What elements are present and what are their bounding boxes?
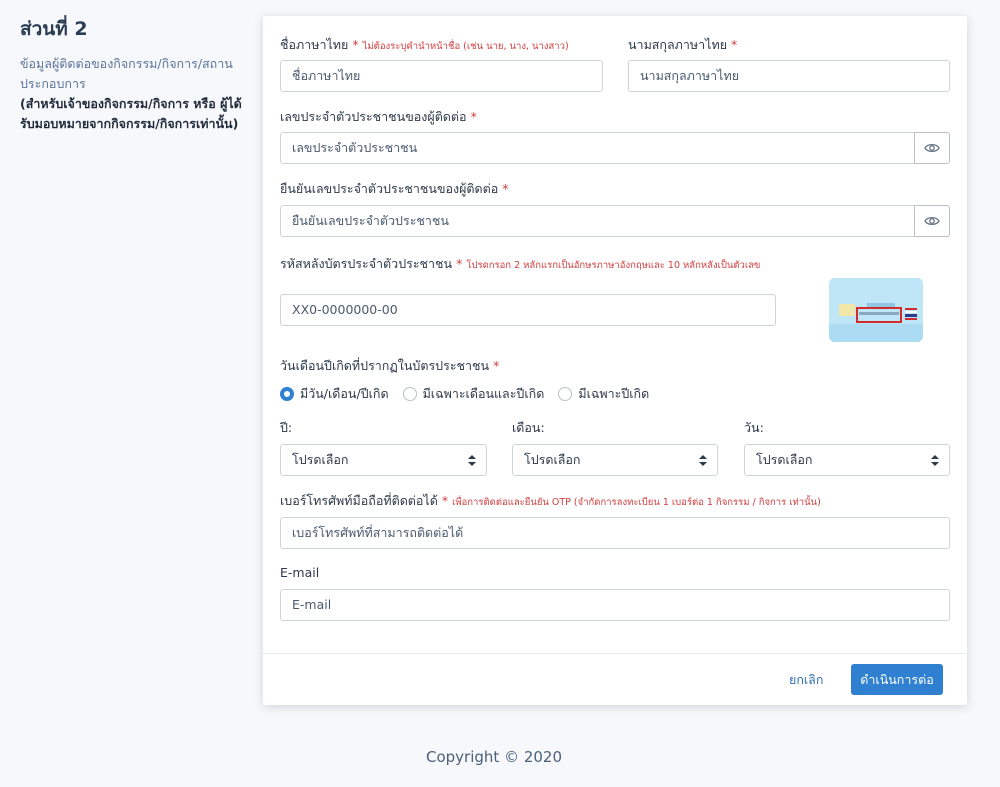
id-number-label: เลขประจำตัวประชาชนของผู้ติดต่อ *	[280, 107, 477, 127]
year-select-value: โปรดเลือก	[292, 452, 349, 467]
contact-form-card: ชื่อภาษาไทย * ไม่ต้องระบุคำนำหน้าชื่อ (เช่…	[263, 16, 967, 705]
month-select-value: โปรดเลือก	[524, 452, 581, 467]
id-confirm-label: ยืนยันเลขประจำตัวประชาชนของผู้ติดต่อ *	[280, 179, 509, 199]
day-select[interactable]: โปรดเลือก	[744, 444, 950, 476]
sort-caret-icon	[468, 445, 476, 475]
first-name-input[interactable]: ชื่อภาษาไทย	[280, 60, 603, 92]
first-name-label-text: ชื่อภาษาไทย	[280, 37, 349, 52]
card-footer-divider	[263, 653, 967, 654]
email-input[interactable]: E-mail	[280, 589, 950, 621]
eye-icon	[924, 143, 940, 153]
required-mark: *	[441, 493, 449, 508]
cancel-button[interactable]: ยกเลิก	[789, 670, 823, 690]
id-card-illustration	[829, 278, 923, 342]
day-label: วัน:	[744, 420, 764, 435]
radio-month-year[interactable]: มีเฉพาะเดือนและปีเกิด	[402, 384, 545, 404]
month-select[interactable]: โปรดเลือก	[512, 444, 718, 476]
show-id-confirm-button[interactable]	[914, 205, 950, 237]
section-title: ส่วนที่ 2	[20, 18, 88, 40]
required-mark: *	[502, 181, 509, 196]
phone-note: เพื่อการติดต่อและยืนยัน OTP (จำกัดการลงท…	[452, 497, 821, 508]
section-header: ส่วนที่ 2 ข้อมูลผู้ติดต่อของกิจกรรม/กิจก…	[20, 14, 242, 134]
birth-date-label: วันเดือนปีเกิดที่ปรากฏในบัตรประชาชน *	[280, 356, 499, 376]
required-mark: *	[731, 37, 738, 52]
month-label: เดือน:	[512, 420, 545, 435]
sort-caret-icon	[699, 445, 707, 475]
show-id-number-button[interactable]	[914, 132, 950, 164]
radio-year-only[interactable]: มีเฉพาะปีเกิด	[558, 384, 649, 404]
year-label: ปี:	[280, 420, 293, 435]
required-mark: *	[470, 109, 477, 124]
last-name-input[interactable]: นามสกุลภาษาไทย	[628, 60, 950, 92]
required-mark: *	[352, 37, 359, 52]
day-select-value: โปรดเลือก	[756, 452, 813, 467]
radio-label: มีวัน/เดือน/ปีเกิด	[300, 386, 389, 401]
radio-unchecked-icon	[402, 387, 417, 401]
sort-caret-icon	[931, 445, 939, 475]
continue-button[interactable]: ดำเนินการต่อ	[851, 664, 943, 695]
section-description: ข้อมูลผู้ติดต่อของกิจกรรม/กิจการ/สถานประ…	[20, 56, 233, 91]
last-name-label-text: นามสกุลภาษาไทย	[628, 37, 728, 52]
year-select[interactable]: โปรดเลือก	[280, 444, 487, 476]
phone-input[interactable]: เบอร์โทรศัพท์ที่สามารถติดต่อได้	[280, 517, 950, 549]
radio-label: มีเฉพาะปีเกิด	[578, 386, 650, 401]
laser-code-note: โปรดกรอก 2 หลักแรกเป็นอักษรภาษาอังกฤษและ…	[466, 260, 761, 271]
required-mark: *	[493, 358, 500, 373]
radio-full-date[interactable]: มีวัน/เดือน/ปีเกิด	[280, 384, 389, 404]
birth-date-label-text: วันเดือนปีเกิดที่ปรากฏในบัตรประชาชน	[280, 358, 490, 373]
id-confirm-label-text: ยืนยันเลขประจำตัวประชาชนของผู้ติดต่อ	[280, 181, 499, 196]
id-confirm-input[interactable]: ยืนยันเลขประจำตัวประชาชน	[280, 205, 915, 237]
radio-label: มีเฉพาะเดือนและปีเกิด	[422, 386, 545, 401]
radio-checked-icon	[280, 387, 294, 401]
phone-label: เบอร์โทรศัพท์มือถือที่ติดต่อได้ * เพื่อการ…	[280, 491, 821, 511]
laser-code-input[interactable]: XX0-0000000-00	[280, 294, 776, 326]
birth-date-type-group: มีวัน/เดือน/ปีเกิด มีเฉพาะเดือนและปีเกิด…	[280, 384, 663, 404]
phone-label-text: เบอร์โทรศัพท์มือถือที่ติดต่อได้	[280, 493, 438, 508]
section-note: (สำหรับเจ้าของกิจกรรม/กิจการ หรือ ผู้ได้…	[20, 96, 242, 131]
required-mark: *	[456, 256, 463, 271]
first-name-label: ชื่อภาษาไทย * ไม่ต้องระบุคำนำหน้าชื่อ (เช่…	[280, 35, 569, 55]
eye-icon	[924, 216, 940, 226]
laser-code-label: รหัสหลังบัตรประจำตัวประชาชน * โปรดกรอก 2 ห…	[280, 254, 760, 274]
id-number-input[interactable]: เลขประจำตัวประชาชน	[280, 132, 915, 164]
laser-code-label-text: รหัสหลังบัตรประจำตัวประชาชน	[280, 256, 453, 271]
last-name-label: นามสกุลภาษาไทย *	[628, 35, 737, 55]
radio-unchecked-icon	[558, 387, 573, 401]
first-name-note: ไม่ต้องระบุคำนำหน้าชื่อ (เช่น นาย, นาง, …	[362, 41, 569, 52]
id-number-label-text: เลขประจำตัวประชาชนของผู้ติดต่อ	[280, 109, 467, 124]
email-label: E-mail	[280, 565, 320, 580]
copyright: Copyright © 2020	[425, 748, 562, 766]
